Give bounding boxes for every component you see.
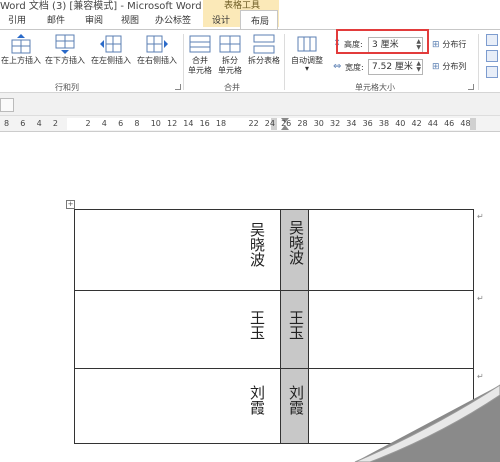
cell-size-launcher-icon[interactable] <box>468 84 474 90</box>
insert-right-button[interactable]: 在右侧插入 <box>135 34 179 66</box>
ruler-number: 48 <box>460 119 471 128</box>
group-divider <box>183 34 184 90</box>
ruler-number: 6 <box>20 119 26 128</box>
autofit-icon <box>297 36 317 52</box>
horizontal-ruler[interactable]: 8 6 4 2 2 4 6 8 10 12 14 16 18 22 24 26 28 30 32 34 36 38 40 42… <box>0 116 500 132</box>
ruler-number: 40 <box>395 119 406 128</box>
table-move-handle-icon[interactable]: + <box>66 200 75 209</box>
distribute-columns-button[interactable]: ⊞ 分布列 <box>432 61 466 72</box>
column-width-icon: ⇔ <box>333 61 342 72</box>
autofit-button[interactable]: 自动调整 ▾ <box>287 34 327 74</box>
distribute-rows-icon: ⊞ <box>432 40 440 50</box>
column-divider <box>280 210 281 443</box>
ruler-number: 26 <box>281 119 292 128</box>
table-cell-selected[interactable]: 吴晓波 <box>286 220 307 265</box>
insert-left-button[interactable]: 在左侧插入 <box>89 34 133 66</box>
ruler-number: 4 <box>101 119 107 128</box>
split-table-button[interactable]: 拆分表格 <box>246 34 282 66</box>
table: 吴晓波 吴晓波 王玉 王玉 刘霞 刘霞 ↵ ↵ ↵ <box>74 209 484 444</box>
table-cell-name[interactable]: 刘霞 <box>247 385 268 415</box>
row-end-mark: ↵ <box>477 372 484 381</box>
merge-cells-button[interactable]: 合并 单元格 <box>186 34 214 76</box>
row-end-mark: ↵ <box>477 294 484 303</box>
ruler-number: 22 <box>248 119 259 128</box>
split-cells-button[interactable]: 拆分 单元格 <box>216 34 244 76</box>
table-cell-selected[interactable]: 刘霞 <box>286 385 307 415</box>
ruler-number: 6 <box>118 119 124 128</box>
split-cells-icon <box>219 35 241 53</box>
ruler-number: 18 <box>215 119 227 128</box>
tab-references[interactable]: 引用 <box>8 13 26 26</box>
table-cell-selected[interactable]: 王玉 <box>286 310 307 340</box>
group-label-merge: 合并 <box>224 83 240 92</box>
row-divider <box>75 290 473 291</box>
width-spinner-icon[interactable]: ▲ ▼ <box>416 61 421 73</box>
ruler-number: 8 <box>4 119 10 128</box>
insert-right-icon <box>146 35 168 53</box>
text-direction-icon[interactable] <box>486 34 498 46</box>
group-divider <box>478 34 479 90</box>
ruler-number: 32 <box>330 119 341 128</box>
rows-cols-launcher-icon[interactable] <box>175 84 181 90</box>
distribute-columns-icon: ⊞ <box>432 62 440 72</box>
ruler-corner <box>0 98 14 112</box>
column-divider <box>308 210 309 443</box>
table-cell-name[interactable]: 王玉 <box>247 310 268 340</box>
height-highlight-box <box>336 29 429 54</box>
alignment-icon[interactable] <box>486 66 498 78</box>
tab-review[interactable]: 审阅 <box>85 13 103 26</box>
insert-above-icon <box>11 34 31 54</box>
ruler-number: 34 <box>346 119 357 128</box>
ruler-number: 16 <box>199 119 210 128</box>
width-label: 宽度: <box>345 63 364 72</box>
cell-margins-icon[interactable] <box>486 50 498 62</box>
tab-view[interactable]: 视图 <box>121 13 139 26</box>
tab-design[interactable]: 设计 <box>212 13 230 26</box>
split-table-icon <box>253 34 275 54</box>
width-input[interactable]: 7.52 厘米 ▲ ▼ <box>368 59 423 75</box>
ruler-number: 10 <box>150 119 161 128</box>
group-label-cell-size: 单元格大小 <box>355 83 395 92</box>
ruler-number: 28 <box>297 119 308 128</box>
ruler-corner-strip <box>0 93 500 116</box>
ruler-number: 12 <box>167 119 178 128</box>
group-label-rows-cols: 行和列 <box>55 83 79 92</box>
ruler-number: 24 <box>264 119 275 128</box>
table-cell-name[interactable]: 吴晓波 <box>247 222 268 267</box>
ruler-number: 2 <box>52 119 58 128</box>
ruler-number: 30 <box>313 119 324 128</box>
insert-below-button[interactable]: 在下方插入 <box>43 34 87 66</box>
distribute-rows-button[interactable]: ⊞ 分布行 <box>432 39 466 50</box>
tab-layout[interactable]: 布局 <box>240 10 278 30</box>
tab-office-tab[interactable]: 办公标签 <box>155 13 191 26</box>
insert-below-icon <box>55 34 75 54</box>
ruler-number: 44 <box>427 119 438 128</box>
row-end-mark: ↵ <box>477 212 484 221</box>
ruler-number: 2 <box>85 119 91 128</box>
ruler-number: 14 <box>183 119 194 128</box>
tab-mailings[interactable]: 邮件 <box>47 13 65 26</box>
group-divider <box>284 34 285 90</box>
row-divider <box>75 368 473 369</box>
ruler-number: 4 <box>36 119 42 128</box>
ruler-number: 36 <box>362 119 373 128</box>
insert-above-button[interactable]: 在上方插入 <box>0 34 42 66</box>
ruler-number: 46 <box>444 119 455 128</box>
ruler-number: 38 <box>378 119 390 128</box>
merge-cells-icon <box>189 35 211 53</box>
ruler-number: 42 <box>411 119 422 128</box>
ruler-number: 8 <box>134 119 140 128</box>
insert-left-icon <box>100 35 122 53</box>
